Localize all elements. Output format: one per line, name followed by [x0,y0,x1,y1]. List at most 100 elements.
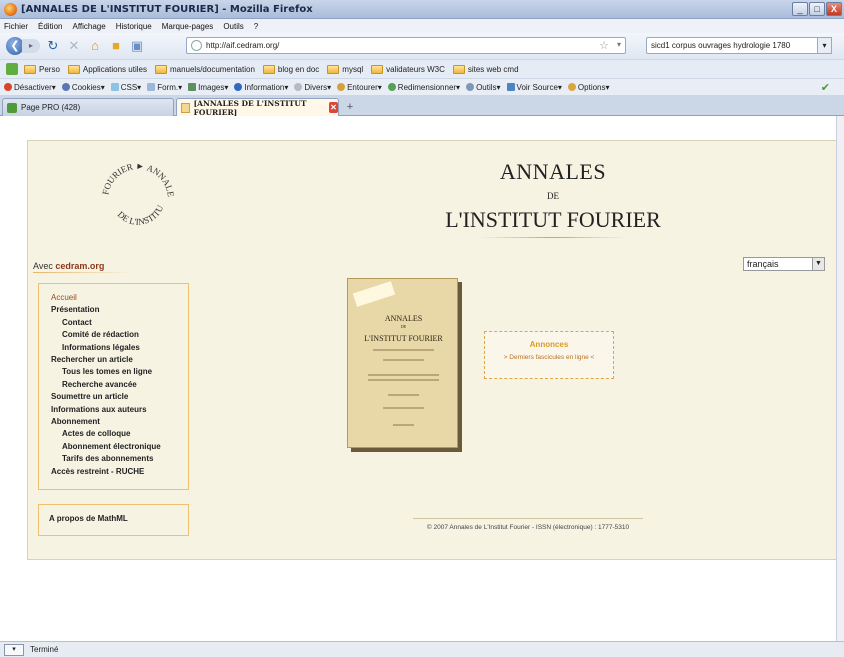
menu-abonnement[interactable]: Abonnement [51,416,188,428]
add-bookmark-icon[interactable] [6,63,18,75]
status-bar: ▾ Terminé [0,641,844,657]
latest-issues-link[interactable]: > Derniers fascicules en ligne < [485,354,613,361]
resize-icon [387,83,396,91]
menu-soumettre[interactable]: Soumettre un article [51,391,188,403]
menu-abonnement-electronique[interactable]: Abonnement électronique [51,441,188,453]
search-field[interactable]: sicd1 corpus ouvrages hydrologie 1780 ▾ [646,37,832,54]
menu-informations-auteurs[interactable]: Informations aux auteurs [51,404,188,416]
toolbar-information[interactable]: Information▾ [234,83,288,92]
page-viewport: FOURIER ► ANNALES DE L'INSTITUT ANNALES … [0,116,844,641]
tab-favicon [7,102,17,113]
apropos-mathml-link[interactable]: A propos de MathML [49,514,128,523]
announcements-title: Annonces [529,340,569,349]
maximize-button[interactable]: □ [809,2,825,16]
cover-text-line [368,374,439,376]
menu-fichier[interactable]: Fichier [4,22,28,31]
page-icon[interactable]: ▣ [129,38,145,54]
cedram-credit: Avec cedram.org [33,261,105,271]
tab-page-pro[interactable]: Page PRO (428) [2,98,174,116]
tab-annales[interactable]: [ANNALES DE L'INSTITUT FOURIER] ✕ [176,98,339,117]
menu-rechercher[interactable]: Rechercher un article [51,354,188,366]
toolbar-entourer[interactable]: Entourer▾ [337,83,382,92]
toolbar-voir-source[interactable]: Voir Source▾ [506,83,562,92]
institut-fourier-logo: FOURIER ► ANNALES DE L'INSTITUT [98,159,176,227]
stop-icon[interactable]: ✕ [66,38,82,54]
language-select[interactable]: français ▼ [743,257,825,271]
minimize-button[interactable]: _ [792,2,808,16]
search-dropdown-icon[interactable]: ▾ [817,37,832,54]
disable-icon [4,83,12,91]
new-tab-button[interactable]: + [342,100,358,114]
folder-icon [67,64,80,74]
toolbar-redimensionner[interactable]: Redimensionner▾ [387,83,460,92]
window-controls: _ □ X [792,2,842,16]
chevron-down-icon[interactable]: ▼ [812,257,825,271]
page-title-annales: ANNALES [499,159,607,184]
menu-tarifs[interactable]: Tarifs des abonnements [51,453,188,465]
close-button[interactable]: X [826,2,842,16]
reload-icon[interactable]: ↻ [45,38,61,54]
bookmark-blog[interactable]: blog en doc [262,64,319,74]
address-bar[interactable]: http://aif.cedram.org/ ☆ ▾ [186,37,626,54]
tab-close-button[interactable]: ✕ [328,102,338,113]
menu-actes-colloque[interactable]: Actes de colloque [51,428,188,440]
star-icon[interactable]: ☆ [599,39,609,52]
svg-text:FOURIER ► ANNALES: FOURIER ► ANNALES [98,159,176,198]
bookmark-validateurs[interactable]: validateurs W3C [371,64,445,74]
toolbar-options[interactable]: Options▾ [567,83,610,92]
search-text: sicd1 corpus ouvrages hydrologie 1780 [651,41,791,50]
vertical-scrollbar[interactable] [836,116,844,641]
folder-icon [262,64,275,74]
toolbar-divers[interactable]: Divers▾ [294,83,331,92]
cover-title-de: DE [400,324,407,329]
menu-presentation[interactable]: Présentation [51,304,188,316]
menu-acces-restreint[interactable]: Accès restreint - RUCHE [51,466,188,478]
menu-affichage[interactable]: Affichage [72,22,105,31]
window-title: [ANNALES DE L'INSTITUT FOURIER] - Mozill… [21,3,313,15]
info-icon [234,83,243,91]
source-icon [506,83,515,91]
toolbar-cookies[interactable]: Cookies▾ [61,83,105,92]
bookmark-applications[interactable]: Applications utiles [67,64,147,74]
bookmark-folder-icon[interactable]: ■ [108,38,124,54]
toolbar-images[interactable]: Images▾ [188,83,228,92]
home-icon[interactable]: ⌂ [87,38,103,54]
misc-icon [294,83,303,91]
bookmark-perso[interactable]: Perso [24,64,60,74]
menu-help[interactable]: ? [254,22,258,31]
journal-cover-image[interactable]: ANNALES DE L'INSTITUT FOURIER [347,278,458,448]
menu-historique[interactable]: Historique [116,22,152,31]
menu-marque-pages[interactable]: Marque-pages [162,22,214,31]
site-navigation-menu: Accueil Présentation Contact Comité de r… [38,283,189,490]
bookmark-mysql[interactable]: mysql [327,64,363,74]
menu-edition[interactable]: Édition [38,22,62,31]
toolbar-css[interactable]: CSS▾ [110,83,141,92]
toolbar-outils[interactable]: Outils▾ [466,83,501,92]
menu-informations-legales[interactable]: Informations légales [51,342,188,354]
menu-accueil[interactable]: Accueil [51,292,188,304]
menu-comite[interactable]: Comité de rédaction [51,329,188,341]
site-identity-icon[interactable] [191,40,202,51]
toolbar-form[interactable]: Form.▾ [147,83,182,92]
forward-button[interactable]: ▸ [22,39,40,53]
folder-icon [24,64,36,74]
url-dropdown-icon[interactable]: ▾ [617,40,621,49]
menu-tous-les-tomes[interactable]: Tous les tomes en ligne [51,366,188,378]
toolbar-desactiver[interactable]: Désactiver▾ [4,83,56,92]
image-icon [188,83,197,91]
logo-text-top: FOURIER ► ANNALES [98,159,176,198]
cedram-link[interactable]: cedram.org [55,261,104,271]
validation-check-icon[interactable]: ✔ [821,81,830,94]
bookmark-sites-web[interactable]: sites web cmd [452,64,519,74]
cover-text-line [383,359,424,361]
cover-text-line [368,379,439,381]
bookmark-manuels[interactable]: manuels/documentation [154,64,255,74]
menu-recherche-avancee[interactable]: Recherche avancée [51,379,188,391]
menu-contact[interactable]: Contact [51,317,188,329]
menu-outils[interactable]: Outils [223,22,243,31]
page-title-institut: L'INSTITUT FOURIER [445,207,661,232]
site-container: FOURIER ► ANNALES DE L'INSTITUT ANNALES … [27,140,844,560]
apropos-mathml-box: A propos de MathML [38,504,189,536]
status-menu-icon[interactable]: ▾ [4,643,24,656]
menubar: Fichier Édition Affichage Historique Mar… [0,19,844,33]
